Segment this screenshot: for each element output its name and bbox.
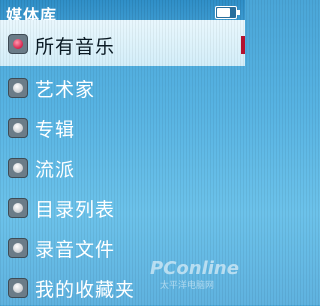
menu-item-albums[interactable]: 专辑 — [0, 106, 245, 146]
menu-item-genres[interactable]: 流派 — [0, 146, 245, 186]
menu-item-folders[interactable]: 目录列表 — [0, 186, 245, 226]
menu-item-label: 所有音乐 — [35, 36, 116, 58]
battery-level — [217, 8, 230, 17]
bullet-icon — [8, 78, 28, 98]
battery-icon — [215, 6, 240, 19]
menu-item-label: 我的收藏夹 — [35, 279, 136, 301]
watermark-subtitle: 太平洋电脑网 — [160, 281, 215, 291]
bullet-icon — [8, 118, 28, 138]
watermark-logo: PConline — [150, 258, 239, 279]
bullet-icon — [8, 198, 28, 218]
menu-item-label: 专辑 — [35, 119, 76, 141]
bullet-icon — [8, 278, 28, 298]
title-bar: 媒体库 — [0, 0, 245, 25]
bullet-icon — [8, 238, 28, 258]
bullet-icon — [8, 34, 28, 54]
menu-item-artists[interactable]: 艺术家 — [0, 66, 245, 106]
menu-item-label: 艺术家 — [35, 79, 96, 101]
menu-item-label: 目录列表 — [35, 199, 116, 221]
menu-item-label: 录音文件 — [35, 239, 116, 261]
menu-item-all-music[interactable]: 所有音乐 — [0, 20, 245, 66]
bullet-icon — [8, 158, 28, 178]
scroll-indicator — [241, 36, 245, 54]
battery-tip — [237, 10, 240, 15]
menu-item-label: 流派 — [35, 159, 76, 181]
